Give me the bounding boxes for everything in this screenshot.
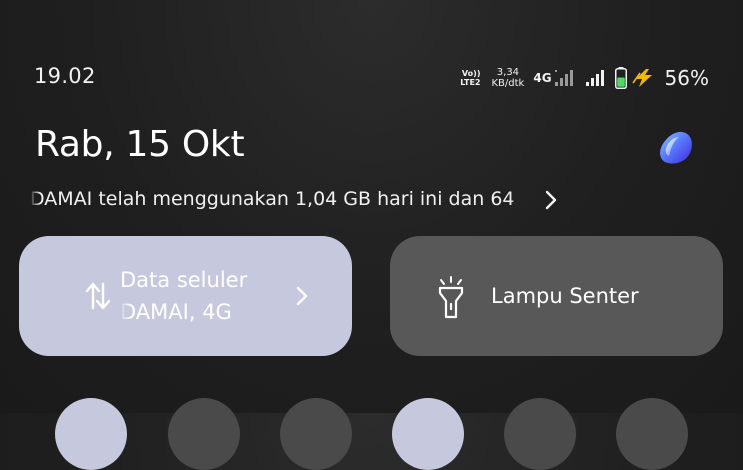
- quick-toggle-3[interactable]: [280, 398, 352, 470]
- battery-percent: 56%: [664, 66, 709, 90]
- mobile-data-tile[interactable]: Data seluler DAMAI, 4G: [19, 236, 352, 356]
- mobile-data-subtitle: DAMAI, 4G: [120, 300, 232, 324]
- volte-bottom-label: LTE2: [460, 78, 481, 87]
- chevron-right-icon: [545, 190, 557, 210]
- network-type: 4G: [533, 71, 552, 85]
- charging-bolt-icon: [631, 69, 652, 87]
- chevron-right-icon[interactable]: [295, 285, 309, 307]
- data-usage-notice[interactable]: DAMAI telah menggunakan 1,04 GB hari ini…: [30, 184, 570, 214]
- volte-top-label: Vo)): [461, 69, 481, 78]
- flashlight-icon: [438, 276, 464, 319]
- date-label[interactable]: Rab, 15 Okt: [35, 124, 245, 165]
- mobile-data-title: Data seluler: [120, 268, 248, 292]
- data-arrows-icon: [85, 282, 111, 310]
- data-usage-text: DAMAI telah menggunakan 1,04 GB hari ini…: [30, 188, 515, 210]
- battery-icon: [614, 67, 627, 89]
- quick-toggle-5[interactable]: [504, 398, 576, 470]
- quick-toggle-4[interactable]: [392, 398, 464, 470]
- quick-toggle-1[interactable]: [55, 398, 127, 470]
- network-speed-unit: KB/dtk: [491, 78, 525, 89]
- quick-toggle-6[interactable]: [616, 398, 688, 470]
- flashlight-tile[interactable]: Lampu Senter: [390, 236, 723, 356]
- clock: 19.02: [34, 64, 96, 88]
- quick-toggle-2[interactable]: [168, 398, 240, 470]
- network-speed: 3,34 KB/dtk: [491, 67, 524, 89]
- signal-sim1-icon: [585, 70, 604, 86]
- volte-icon: Vo)) LTE2: [460, 69, 480, 87]
- assistant-orb-icon[interactable]: [657, 130, 695, 166]
- signal-sim2-icon: [554, 70, 573, 86]
- network-speed-value: 3,34: [496, 67, 520, 78]
- status-icons: Vo)) LTE2 3,34 KB/dtk 4G 56%: [460, 64, 709, 92]
- status-bar: 19.02 Vo)) LTE2 3,34 KB/dtk 4G 56%: [0, 0, 743, 100]
- flashlight-label: Lampu Senter: [491, 284, 639, 308]
